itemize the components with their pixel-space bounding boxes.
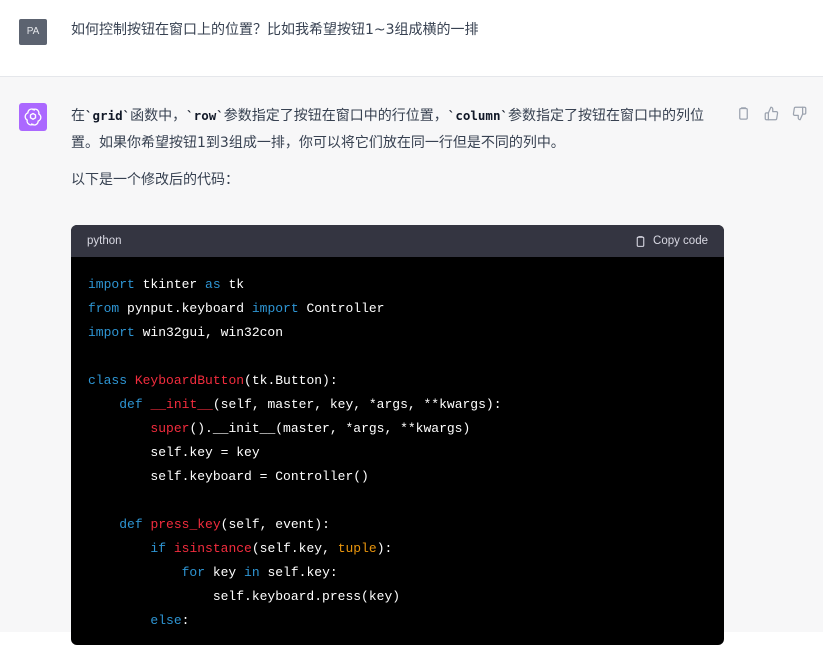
user-message-text: 如何控制按钮在窗口上的位置？比如我希望按钮1~3组成横的一排 bbox=[71, 22, 479, 38]
inline-code-grid: `grid` bbox=[85, 108, 131, 123]
code-line: self.keyboard = Controller() bbox=[150, 469, 369, 484]
code-line: for key in self.key: bbox=[181, 565, 338, 580]
inline-code-row: `row` bbox=[186, 108, 224, 123]
copy-code-button[interactable]: Copy code bbox=[634, 235, 708, 248]
code-block-header: python Copy code bbox=[71, 225, 724, 257]
assistant-message-row: 在`grid`函数中，`row`参数指定了按钮在窗口中的行位置，`column`… bbox=[0, 77, 823, 645]
clipboard-icon[interactable] bbox=[734, 104, 752, 122]
answer-paragraph-1: 在`grid`函数中，`row`参数指定了按钮在窗口中的行位置，`column`… bbox=[71, 102, 723, 157]
code-line: from pynput.keyboard import Controller bbox=[88, 301, 385, 316]
code-line: if isinstance(self.key, tuple): bbox=[150, 541, 393, 556]
code-line: self.key = key bbox=[150, 445, 260, 460]
chatgpt-logo-icon bbox=[19, 103, 47, 131]
code-line: else: bbox=[150, 613, 190, 628]
copy-code-label: Copy code bbox=[653, 235, 708, 247]
user-message-row: PA 如何控制按钮在窗口上的位置？比如我希望按钮1~3组成横的一排 bbox=[0, 0, 823, 77]
thumbs-down-icon[interactable] bbox=[790, 104, 808, 122]
text-segment: 在 bbox=[71, 108, 85, 124]
code-line: self.keyboard.press(key) bbox=[212, 589, 401, 604]
message-actions bbox=[734, 104, 808, 122]
code-line: class KeyboardButton(tk.Button): bbox=[88, 373, 338, 388]
code-line: import win32gui, win32con bbox=[88, 325, 284, 340]
clipboard-icon bbox=[636, 235, 645, 247]
code-block: python Copy code import tkinter as tk fr… bbox=[71, 225, 724, 645]
code-line: def __init__(self, master, key, *args, *… bbox=[119, 397, 502, 412]
thumbs-up-icon[interactable] bbox=[762, 104, 780, 122]
assistant-answer: 在`grid`函数中，`row`参数指定了按钮在窗口中的行位置，`column`… bbox=[71, 102, 723, 194]
inline-code-column: `column` bbox=[447, 108, 509, 123]
code-line: super().__init__(master, *args, **kwargs… bbox=[150, 421, 471, 436]
user-avatar: PA bbox=[19, 19, 47, 45]
code-content: import tkinter as tk from pynput.keyboar… bbox=[71, 257, 724, 645]
code-line: import tkinter as tk bbox=[88, 277, 245, 292]
text-segment: 函数中， bbox=[130, 108, 187, 124]
code-language-label: python bbox=[87, 235, 122, 247]
code-line: def press_key(self, event): bbox=[119, 517, 330, 532]
answer-paragraph-2: 以下是一个修改后的代码： bbox=[71, 172, 239, 188]
text-segment: 参数指定了按钮在窗口中的行位置， bbox=[223, 108, 448, 124]
